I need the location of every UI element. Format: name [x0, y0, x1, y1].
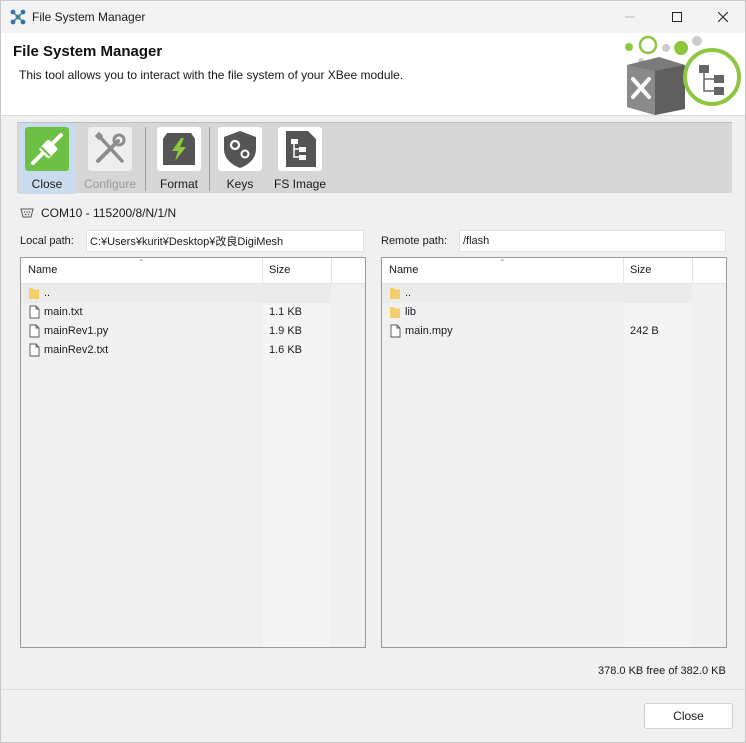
close-button[interactable]: Close	[644, 703, 733, 729]
keys-button[interactable]: Keys	[215, 123, 265, 194]
file-icon	[390, 324, 401, 338]
size-column-header[interactable]: Size	[630, 264, 651, 276]
local-list-header: ⌃ Name Size	[21, 258, 365, 284]
configure-label: Configure	[83, 177, 137, 191]
list-item[interactable]: mainRev1.py 1.9 KB	[21, 322, 331, 341]
minimize-icon	[625, 16, 635, 18]
file-name: mainRev2.txt	[44, 344, 109, 356]
column-divider[interactable]	[692, 258, 693, 284]
dialog-header: File System Manager This tool allows you…	[1, 33, 745, 116]
remote-path-field[interactable]	[459, 230, 726, 252]
shield-gears-icon	[218, 127, 262, 171]
file-name: main.mpy	[405, 325, 453, 337]
filesystem-image-icon	[278, 127, 322, 171]
list-item[interactable]: mainRev2.txt 1.6 KB	[21, 341, 331, 360]
file-size: 1.9 KB	[269, 325, 303, 337]
toolbar-separator	[145, 127, 146, 191]
format-label: Format	[159, 177, 198, 191]
local-path-field[interactable]	[86, 230, 364, 252]
name-column-header[interactable]: Name	[28, 264, 57, 276]
file-size: 242 B	[630, 325, 659, 337]
column-divider[interactable]	[331, 258, 332, 284]
file-icon	[29, 343, 40, 357]
minimize-button[interactable]	[607, 1, 653, 33]
local-file-list[interactable]: ⌃ Name Size .. main.txt 1.1 KB mainRev1.…	[20, 257, 366, 648]
window-title: File System Manager	[32, 10, 146, 24]
file-name: lib	[405, 306, 417, 318]
title-bar[interactable]: File System Manager	[1, 1, 745, 33]
fs-image-button[interactable]: FS Image	[269, 123, 331, 194]
list-item[interactable]: lib	[382, 303, 692, 322]
header-description: This tool allows you to interact with th…	[19, 68, 404, 82]
list-item[interactable]: ..	[382, 284, 692, 303]
format-button[interactable]: Format	[151, 123, 207, 194]
local-path-label: Local path:	[20, 235, 74, 247]
remote-file-list[interactable]: ⌃ Name Size .. lib main.mpy 242 B	[381, 257, 727, 648]
sort-ascending-icon: ⌃	[138, 258, 145, 267]
free-space-status: 378.0 KB free of 382.0 KB	[598, 665, 726, 677]
plug-connected-icon	[25, 127, 69, 171]
file-name: ..	[405, 287, 412, 299]
header-title: File System Manager	[13, 43, 163, 60]
file-size: 1.6 KB	[269, 344, 303, 356]
file-system-logo-icon	[625, 35, 741, 115]
close-icon	[718, 12, 728, 22]
window-close-button[interactable]	[700, 1, 746, 33]
connection-info: COM10 - 115200/8/N/1/N	[41, 206, 177, 220]
toolbar: Close Configure Format Keys FS Image	[17, 122, 732, 194]
configure-button[interactable]: Configure	[79, 123, 141, 194]
file-name: ..	[44, 287, 51, 299]
list-item[interactable]: main.mpy 242 B	[382, 322, 692, 341]
file-size: 1.1 KB	[269, 306, 303, 318]
folder-icon	[390, 288, 400, 299]
name-column-header[interactable]: Name	[389, 264, 418, 276]
file-name: mainRev1.py	[44, 325, 109, 337]
maximize-button[interactable]	[654, 1, 700, 33]
sort-ascending-icon: ⌃	[499, 258, 506, 267]
remote-path-label: Remote path:	[381, 235, 448, 247]
serial-port-icon	[20, 208, 34, 218]
dialog-footer	[1, 689, 745, 742]
fs-image-label: FS Image	[273, 177, 327, 191]
file-icon	[29, 305, 40, 319]
file-icon	[29, 324, 40, 338]
list-item[interactable]: ..	[21, 284, 331, 303]
folder-icon	[29, 288, 39, 299]
remote-list-header: ⌃ Name Size	[382, 258, 726, 284]
close-connection-button[interactable]: Close	[19, 123, 75, 194]
column-divider[interactable]	[262, 258, 263, 284]
maximize-icon	[672, 12, 682, 22]
file-system-manager-window: File System Manager File System Manager …	[0, 0, 746, 743]
close-toolbar-label: Close	[31, 177, 63, 191]
toolbar-separator	[209, 127, 210, 191]
format-chip-icon	[157, 127, 201, 171]
file-name: main.txt	[44, 306, 83, 318]
folder-icon	[390, 307, 400, 318]
size-column-header[interactable]: Size	[269, 264, 290, 276]
wrench-screwdriver-icon	[88, 127, 132, 171]
column-divider[interactable]	[623, 258, 624, 284]
app-icon	[10, 9, 26, 25]
keys-label: Keys	[226, 177, 254, 191]
list-item[interactable]: main.txt 1.1 KB	[21, 303, 331, 322]
